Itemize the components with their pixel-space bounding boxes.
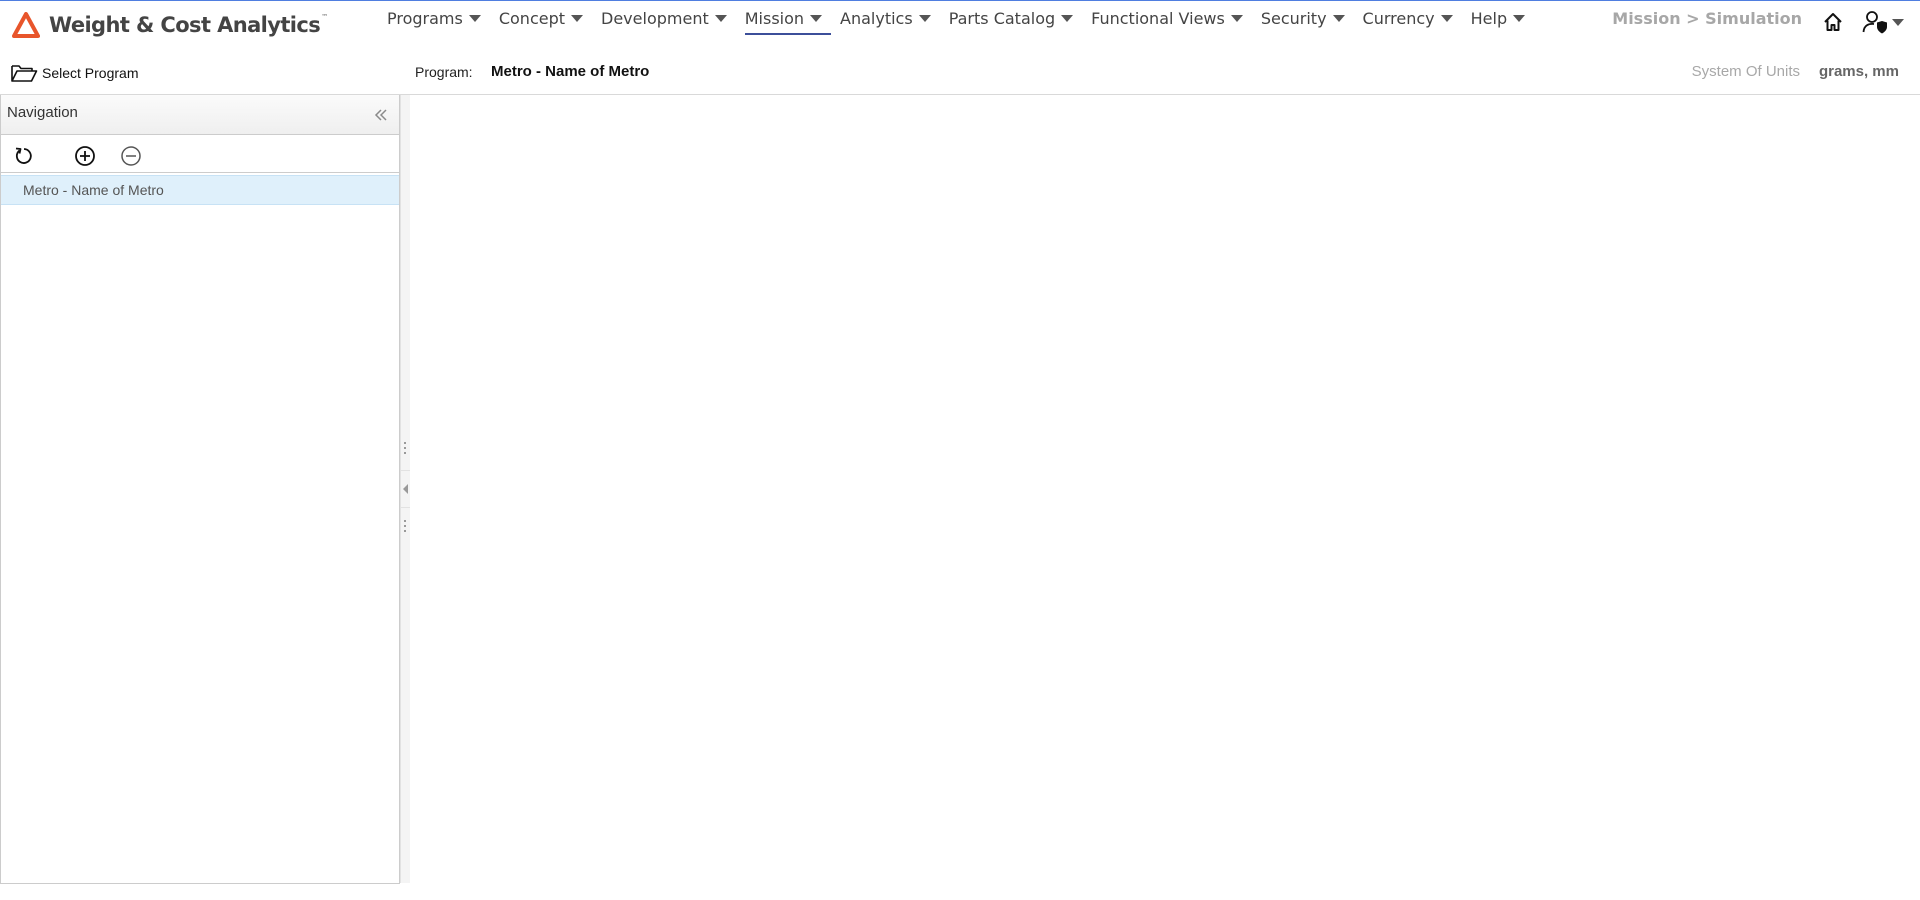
units-value: grams, mm bbox=[1818, 63, 1899, 80]
splitter-grip-bottom bbox=[404, 520, 406, 532]
caret-down-icon bbox=[468, 14, 481, 22]
program-label: Program: bbox=[415, 64, 473, 80]
top-header: Weight & Cost Analytics™ Programs Concep… bbox=[0, 1, 1920, 46]
collapse-panel-button[interactable] bbox=[373, 107, 389, 123]
refresh-icon bbox=[15, 147, 32, 164]
double-chevron-left-icon bbox=[374, 109, 387, 121]
caret-down-icon bbox=[810, 14, 823, 22]
collapse-all-button[interactable] bbox=[119, 144, 143, 168]
navigation-panel-header: Navigation bbox=[1, 95, 399, 135]
folder-open-icon bbox=[11, 65, 38, 82]
splitter-toggle-button[interactable] bbox=[401, 470, 410, 508]
caret-down-icon bbox=[571, 14, 584, 22]
tree-item-metro[interactable]: Metro - Name of Metro bbox=[1, 175, 399, 205]
user-menu-button[interactable] bbox=[1862, 10, 1906, 34]
caret-down-icon bbox=[714, 14, 727, 22]
program-value: Metro - Name of Metro bbox=[491, 63, 650, 80]
menu-help[interactable]: Help bbox=[1462, 1, 1534, 35]
expand-all-button[interactable] bbox=[73, 144, 97, 168]
menu-currency[interactable]: Currency bbox=[1354, 1, 1462, 35]
triangle-left-icon bbox=[403, 484, 408, 494]
splitter-grip-top bbox=[404, 442, 406, 454]
home-icon bbox=[1824, 13, 1842, 31]
caret-down-icon bbox=[1230, 14, 1243, 22]
menu-programs[interactable]: Programs bbox=[378, 1, 490, 35]
select-program-label: Select Program bbox=[42, 65, 139, 81]
menu-functional-views[interactable]: Functional Views bbox=[1082, 1, 1252, 35]
menu-analytics[interactable]: Analytics bbox=[831, 1, 940, 35]
navigation-panel: Navigation Metro - Name of Metro bbox=[0, 95, 400, 884]
breadcrumb: Mission > Simulation bbox=[1612, 8, 1802, 28]
minus-circle-icon bbox=[121, 146, 141, 166]
caret-down-icon bbox=[1332, 14, 1345, 22]
caret-down-icon bbox=[1892, 18, 1904, 26]
caret-down-icon bbox=[1513, 14, 1526, 22]
program-bar: Select Program Program: Metro - Name of … bbox=[0, 46, 1920, 95]
home-button[interactable] bbox=[1822, 11, 1844, 33]
menu-development[interactable]: Development bbox=[592, 1, 736, 35]
main-content-area bbox=[410, 95, 1920, 883]
refresh-button[interactable] bbox=[12, 144, 36, 168]
menu-concept[interactable]: Concept bbox=[490, 1, 592, 35]
menu-parts-catalog[interactable]: Parts Catalog bbox=[940, 1, 1082, 35]
navigation-toolbar bbox=[1, 135, 399, 173]
main-menu: Programs Concept Development Mission Ana… bbox=[378, 1, 1534, 35]
select-program-button[interactable]: Select Program bbox=[10, 62, 138, 84]
caret-down-icon bbox=[918, 14, 931, 22]
tree-item-label: Metro - Name of Metro bbox=[23, 182, 164, 198]
caret-down-icon bbox=[1440, 14, 1453, 22]
logo-triangle-icon bbox=[12, 12, 40, 38]
units-label: System Of Units bbox=[1691, 63, 1800, 80]
plus-circle-icon bbox=[75, 146, 95, 166]
caret-down-icon bbox=[1061, 14, 1074, 22]
menu-mission[interactable]: Mission bbox=[736, 1, 832, 35]
menu-security[interactable]: Security bbox=[1252, 1, 1354, 35]
user-shield-icon bbox=[1862, 11, 1887, 34]
navigation-title: Navigation bbox=[7, 104, 78, 121]
app-logo[interactable]: Weight & Cost Analytics™ bbox=[12, 12, 328, 38]
app-title: Weight & Cost Analytics™ bbox=[49, 13, 328, 37]
